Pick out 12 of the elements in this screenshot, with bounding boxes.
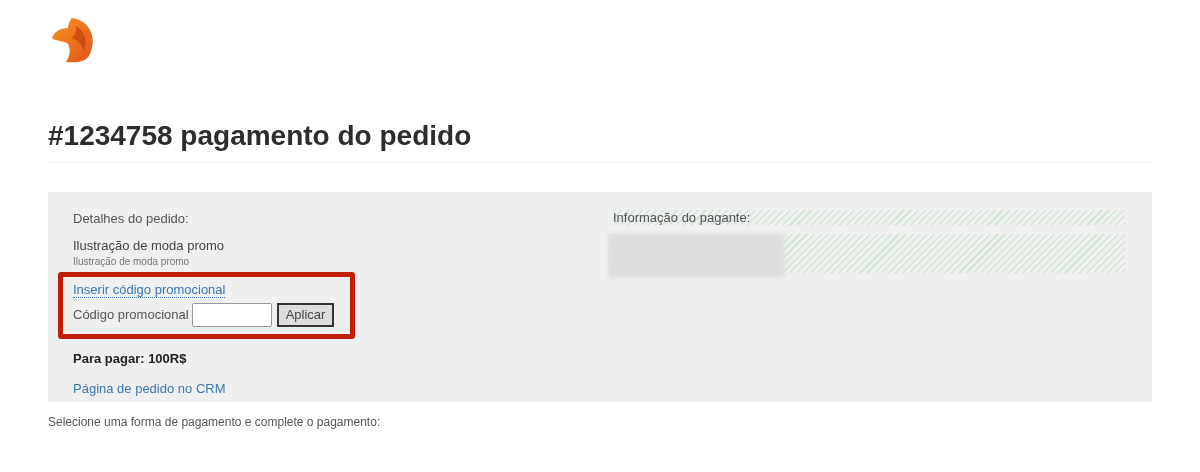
order-details-heading: Detalhes do pedido: [73,210,190,228]
item-subtitle: Ilustração de moda promo [73,255,191,269]
payment-instruction: Selecione uma forma de pagamento e complete o pagamento: [48,414,382,431]
promo-code-link[interactable]: Inserir código promocional [73,282,226,298]
crm-order-link[interactable]: Página de pedido no CRM [73,379,613,398]
payer-info-heading: Informação do pagante: [613,210,751,225]
promo-code-label: Código promocional [73,305,189,324]
item-name: Ilustração de moda promo [73,237,226,255]
amount-to-pay: Para pagar: 100R$ [73,349,188,368]
page-title: #1234758 pagamento do pedido [48,119,473,153]
apply-button[interactable]: Aplicar [276,302,335,327]
promo-code-field[interactable] [191,302,272,327]
